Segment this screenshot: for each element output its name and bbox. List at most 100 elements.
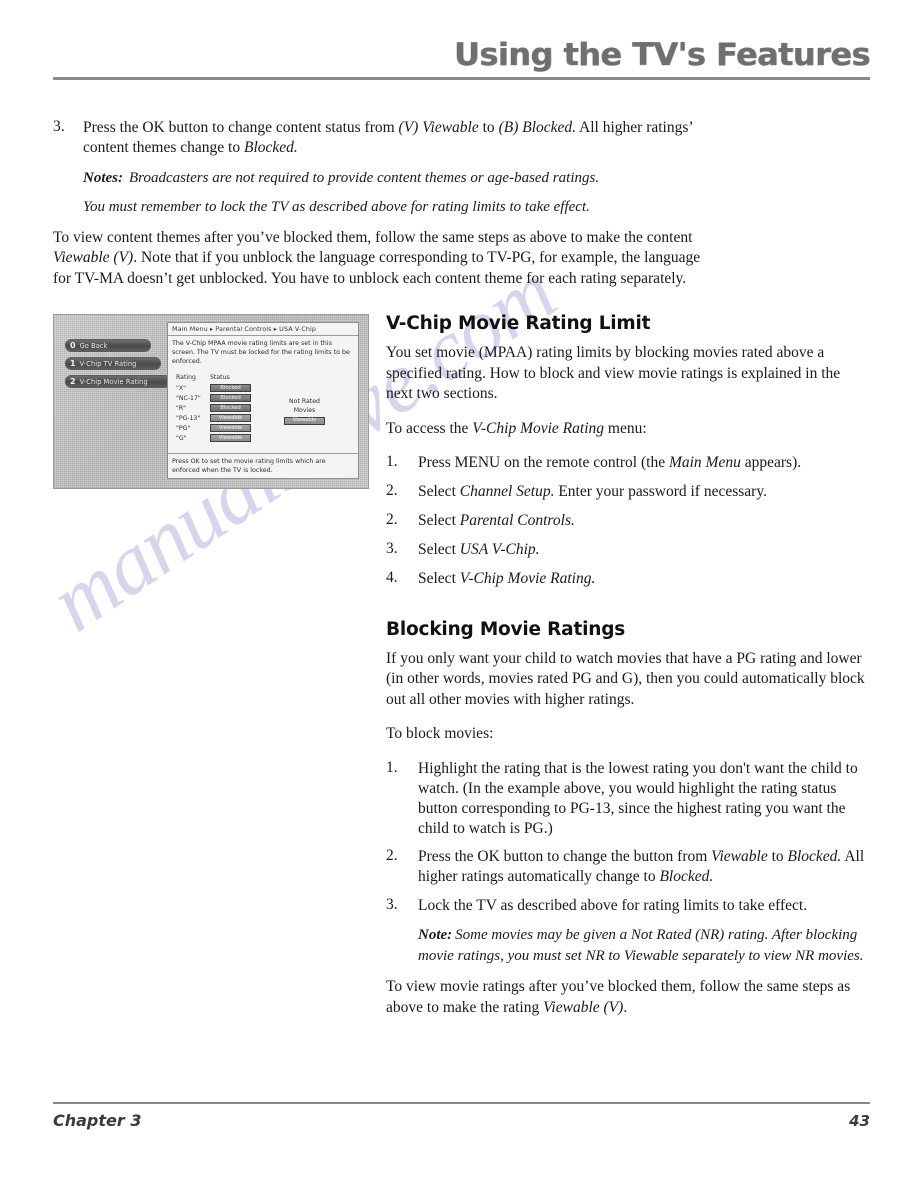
section-heading-blocking-movie-ratings: Blocking Movie Ratings — [386, 618, 626, 640]
section2-block-lead: To block movies: — [386, 725, 494, 743]
tv-button-number: 2 — [70, 377, 76, 386]
status-button[interactable]: Blocked — [210, 384, 251, 393]
tv-footnote-text: Press OK to set the movie rating limits … — [168, 452, 358, 478]
step-number: 2. — [386, 482, 398, 500]
rating-name: "NC-17" — [176, 394, 201, 402]
step-number: 1. — [386, 453, 398, 471]
notes-block: Notes: Broadcasters are not required to p… — [83, 169, 713, 218]
rating-table-header: Rating Status — [176, 374, 254, 381]
footer-chapter-label: Chapter 3 — [53, 1111, 142, 1130]
section2-step-list: 1. Highlight the rating that is the lowe… — [386, 759, 870, 916]
section2: Blocking Movie Ratings If you only want … — [386, 619, 870, 1019]
tv-osd-panel: Main Menu ▸ Parental Controls ▸ USA V-Ch… — [167, 322, 359, 479]
breadcrumb: Main Menu ▸ Parental Controls ▸ USA V-Ch… — [168, 323, 358, 336]
footer-page-number: 43 — [849, 1112, 870, 1130]
tv-menu-button-list: 0 Go Back 1 V-Chip TV Rating 2 V-Chip Mo… — [65, 339, 171, 393]
step-item: 4. Select V-Chip Movie Rating. — [386, 569, 870, 589]
step-text: Press MENU on the remote control (the Ma… — [418, 454, 802, 472]
step-number: 4. — [386, 568, 398, 586]
page-header: Using the TV's Features — [53, 40, 871, 80]
tv-description-text: The V-Chip MPAA movie rating limits are … — [172, 340, 350, 366]
tv-menu-button-vchip-movie-rating[interactable]: 2 V-Chip Movie Rating — [65, 375, 171, 388]
not-rated-label-line1: Not Rated — [289, 398, 320, 406]
table-row: "R" Blocked — [176, 404, 254, 413]
right-content-column: V-Chip Movie Rating Limit You set movie … — [386, 313, 870, 1033]
status-button[interactable]: Viewable — [210, 414, 251, 423]
step-item: 3. Press the OK button to change content… — [53, 118, 713, 158]
page-footer: Chapter 3 43 — [53, 1102, 870, 1130]
table-row: "X" Blocked — [176, 384, 254, 393]
footer-row: Chapter 3 43 — [53, 1111, 870, 1130]
note-text: Some movies may be given a Not Rated (NR… — [418, 926, 864, 965]
rating-name: "R" — [176, 404, 186, 412]
notes-label: Notes: — [83, 169, 123, 186]
rating-name: "G" — [176, 434, 187, 442]
table-row: "G" Viewable — [176, 434, 254, 443]
step-item: 2. Select Channel Setup. Enter your pass… — [386, 482, 870, 502]
note-label: Note: — [418, 926, 453, 943]
step-number: 2. — [386, 511, 398, 529]
step-text: Press the OK button to change content st… — [83, 119, 693, 156]
table-row: "NC-17" Blocked — [176, 394, 254, 403]
status-button[interactable]: Blocked — [210, 394, 251, 403]
step-text: Select USA V-Chip. — [418, 540, 540, 558]
table-row: "PG" Viewable — [176, 424, 254, 433]
top-paragraph: To view content themes after you’ve bloc… — [53, 228, 701, 287]
tv-screen-inner: 0 Go Back 1 V-Chip TV Rating 2 V-Chip Mo… — [61, 322, 361, 481]
tv-button-label: V-Chip TV Rating — [79, 359, 137, 368]
step-text: Press the OK button to change the button… — [418, 848, 865, 886]
step-number: 3. — [53, 118, 65, 135]
section1-step-list: 1. Press MENU on the remote control (the… — [386, 453, 870, 588]
column-header-rating: Rating — [176, 374, 196, 382]
not-rated-status-button[interactable]: Viewable — [284, 417, 325, 426]
tv-screen-illustration: 0 Go Back 1 V-Chip TV Rating 2 V-Chip Mo… — [53, 314, 369, 489]
top-text-section: 3. Press the OK button to change content… — [53, 118, 713, 299]
table-row: "PG-13" Viewable — [176, 414, 254, 423]
tv-button-label: Go Back — [79, 341, 108, 350]
step-text: Lock the TV as described above for ratin… — [418, 896, 808, 914]
section1-intro: You set movie (MPAA) rating limits by bl… — [386, 344, 841, 403]
rating-table: Rating Status "X" Blocked "NC-17" Blocke… — [176, 374, 254, 444]
tv-button-label: V-Chip Movie Rating — [79, 377, 148, 386]
status-button[interactable]: Viewable — [210, 424, 251, 433]
section2-intro: If you only want your child to watch mov… — [386, 649, 865, 708]
step-text: Select V-Chip Movie Rating. — [418, 569, 596, 587]
step-text: Select Parental Controls. — [418, 512, 575, 530]
tv-button-number: 0 — [70, 341, 76, 350]
section2-note: Note: Some movies may be given a Not Rate… — [418, 925, 870, 968]
step-item: 2. Press the OK button to change the but… — [386, 847, 870, 887]
rating-name: "X" — [176, 384, 186, 392]
not-rated-movies-group: Not Rated Movies Viewable — [284, 398, 325, 426]
rating-name: "PG-13" — [176, 414, 201, 422]
note-line-1: Notes: Broadcasters are not required to p… — [83, 169, 713, 189]
note-line-2: You must remember to lock the TV as desc… — [83, 198, 713, 218]
tv-menu-button-vchip-tv-rating[interactable]: 1 V-Chip TV Rating — [65, 357, 161, 370]
page-title: Using the TV's Features — [453, 37, 871, 73]
step-item: 1. Highlight the rating that is the lowe… — [386, 759, 870, 838]
tv-menu-button-go-back[interactable]: 0 Go Back — [65, 339, 151, 352]
footer-divider — [53, 1102, 870, 1104]
column-header-status: Status — [210, 374, 230, 382]
section1-access-lead: To access the V-Chip Movie Rating menu: — [386, 419, 647, 437]
note-1-text: Broadcasters are not required to provide… — [129, 169, 600, 186]
step-item: 3. Lock the TV as described above for ra… — [386, 896, 870, 916]
tv-rating-body: Rating Status "X" Blocked "NC-17" Blocke… — [168, 368, 358, 452]
tv-button-number: 1 — [70, 359, 76, 368]
step-item: 2. Select Parental Controls. — [386, 511, 870, 531]
not-rated-label-line2: Movies — [293, 406, 316, 414]
step-text: Select Channel Setup. Enter your passwor… — [418, 483, 767, 501]
section2-closing: To view movie ratings after you’ve block… — [386, 978, 851, 1017]
note-2-text: You must remember to lock the TV as desc… — [83, 199, 590, 216]
step-item: 3. Select USA V-Chip. — [386, 540, 870, 560]
step-number: 1. — [386, 759, 398, 777]
section-heading-vchip-movie-rating-limit: V-Chip Movie Rating Limit — [386, 313, 651, 334]
step-text: Highlight the rating that is the lowest … — [418, 760, 858, 837]
header-divider — [53, 77, 870, 80]
status-button[interactable]: Viewable — [210, 434, 251, 443]
step-number: 2. — [386, 847, 398, 865]
step-number: 3. — [386, 895, 398, 913]
rating-name: "PG" — [176, 424, 191, 432]
status-button[interactable]: Blocked — [210, 404, 251, 413]
step-number: 3. — [386, 539, 398, 557]
step-item: 1. Press MENU on the remote control (the… — [386, 453, 870, 473]
